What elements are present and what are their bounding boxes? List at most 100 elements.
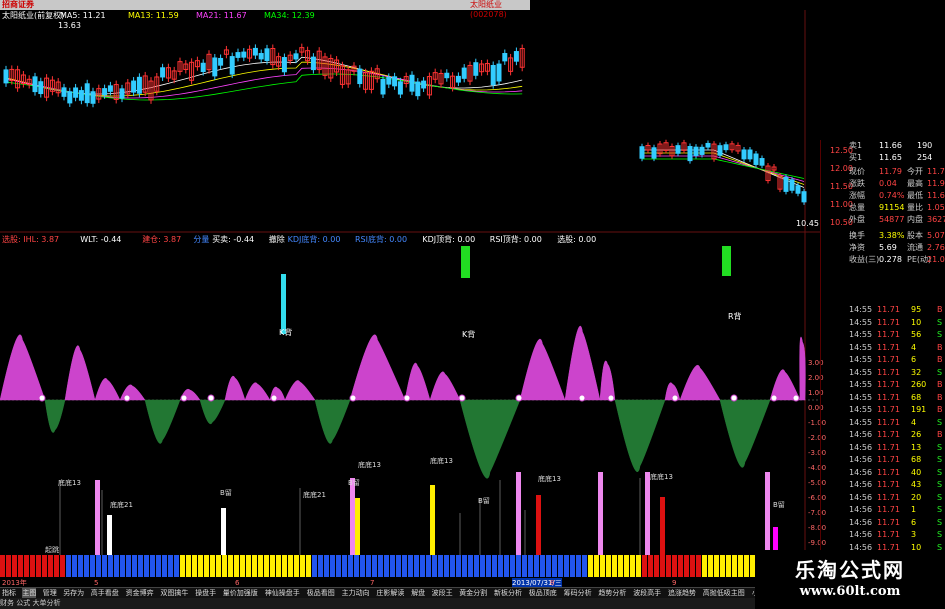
strip-cell (594, 555, 599, 577)
tick-row: 14:55 11.71 95 B (849, 304, 945, 316)
tick-price: 11.71 (877, 505, 900, 514)
strip-cell (66, 555, 71, 577)
strip-cell (402, 555, 407, 577)
quote-panel: 卖1 11.66 190 买1 11.65 254 现价 11.79 今开 11.76 涨跌 0.04… (820, 140, 945, 580)
strip-cell (288, 555, 293, 577)
tick-price: 11.71 (877, 317, 900, 327)
tick-row: 14:55 11.71 191 B (849, 404, 945, 416)
tick-time: 14:56 (849, 517, 873, 527)
candle-body (380, 78, 386, 95)
tick-time: 14:55 (849, 355, 873, 364)
candle-body (102, 88, 108, 96)
tick-row: 14:56 11.71 68 S (849, 454, 945, 466)
strip-cell (516, 555, 521, 577)
indicator-marker: K背 (279, 328, 293, 337)
strip-cell (600, 555, 605, 577)
oscillator-area (0, 325, 806, 479)
oscillator-area (314, 399, 351, 444)
tick-time: 14:55 (849, 317, 873, 327)
chart-area[interactable] (0, 10, 820, 578)
tick-flag: S (937, 367, 943, 377)
tick-price: 11.71 (877, 330, 900, 339)
strip-cell (552, 555, 557, 577)
strip-cell (306, 555, 311, 577)
strip-cell (180, 555, 185, 577)
strip-cell (6, 555, 11, 577)
signal-dot (578, 394, 586, 402)
tick-price: 11.71 (877, 492, 900, 502)
oscillator-area (284, 380, 316, 401)
watermark-title: 乐淘公式网 (795, 558, 905, 582)
oscillator-area (349, 334, 406, 401)
signal-dot (180, 394, 188, 402)
candle-body (747, 149, 753, 160)
tick-price: 11.71 (877, 442, 900, 452)
tick-vol: 6 (911, 355, 917, 364)
strip-cell (576, 555, 581, 577)
candle-body (3, 69, 9, 84)
signal-label: B留 (773, 501, 785, 509)
strip-cell (108, 555, 113, 577)
strip-cell (570, 555, 575, 577)
signal-bars (59, 472, 778, 555)
strip-cell (396, 555, 401, 577)
candle-body (699, 146, 705, 155)
indicator-legend-label: KDJ顶背: 0.00 (422, 235, 476, 244)
tick-flag: B (937, 342, 943, 352)
tick-row: 14:55 11.71 4 B (849, 342, 945, 354)
signal-bar (536, 495, 541, 555)
signal-label: 底底13 (650, 473, 673, 481)
signal-label: 底底13 (430, 457, 453, 465)
tick-price: 11.71 (877, 392, 900, 402)
strip-cell (90, 555, 95, 577)
quote-row: 现价 11.79 今开 11.76 (821, 166, 945, 178)
tick-vol: 56 (911, 330, 922, 339)
strip-cell (294, 555, 299, 577)
signal-label: B留 (220, 489, 232, 497)
strip-cell (0, 555, 5, 577)
quote-label: 卖1 (849, 141, 863, 150)
signal-dot (207, 394, 215, 402)
quote-row: 涨跌 0.04 最高 11.94 (821, 178, 945, 190)
strip-cell (30, 555, 35, 577)
candle-body (38, 81, 44, 95)
tick-flag: B (937, 380, 943, 389)
quote-value: 11.79 (879, 167, 902, 176)
signal-label: 底底21 (110, 501, 133, 509)
strip-cell (72, 555, 77, 577)
tick-flag: S (937, 467, 943, 477)
tick-row: 14:55 11.71 68 B (849, 392, 945, 404)
candle-body (235, 52, 241, 58)
quote-label: 买1 (849, 153, 863, 162)
app-title: 招商证券 (2, 0, 34, 9)
tick-flag: S (937, 492, 943, 502)
strip-cell (642, 555, 647, 577)
signal-dot (671, 394, 679, 402)
quote-value: 0.278 (879, 255, 902, 264)
tick-vol: 95 (911, 305, 922, 314)
strip-cell (312, 555, 317, 577)
tick-time: 14:56 (849, 530, 873, 539)
strip-cell (696, 555, 701, 577)
oscillator-area (64, 345, 96, 401)
strip-cell (210, 555, 215, 577)
quote-extra-label: 股本 (907, 231, 923, 240)
candle-body (502, 53, 508, 62)
oscillator-area (519, 338, 566, 401)
strip-cell (690, 555, 695, 577)
strip-cell (78, 555, 83, 577)
strip-cell (150, 555, 155, 577)
candle-body (264, 48, 270, 61)
signal-dot (403, 394, 411, 402)
oscillator-area (44, 399, 66, 433)
quote-label: 现价 (849, 167, 865, 176)
tick-flag: B (937, 405, 943, 414)
oscillator-area (199, 399, 226, 425)
strip-cell (18, 555, 23, 577)
tick-price: 11.71 (877, 355, 900, 364)
indicator-legend-label: 分量 (193, 235, 210, 244)
price-candles (3, 43, 807, 205)
strip-cell (732, 555, 737, 577)
quote-row: 收益(三) 0.278 PE(动) 21.0 (821, 254, 945, 266)
strip-cell (654, 555, 659, 577)
